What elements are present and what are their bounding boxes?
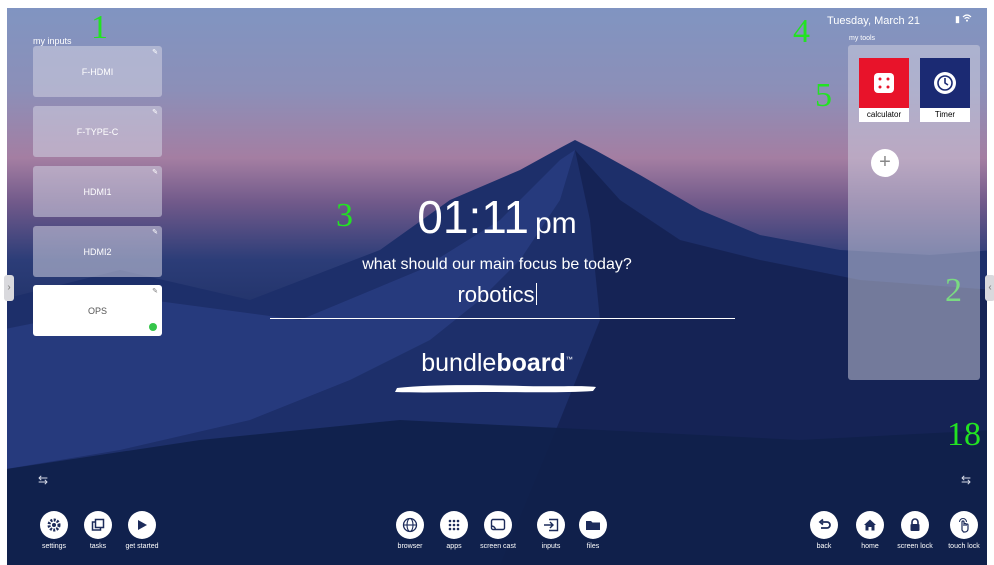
files-label: files bbox=[586, 543, 600, 550]
get-started-label: get started bbox=[125, 543, 159, 550]
brand-logo: bundleboard™ bbox=[0, 349, 994, 378]
tool-calculator[interactable]: calculator bbox=[859, 58, 909, 122]
clock-time: 01:11 bbox=[417, 191, 529, 243]
clock: 01:11 pm bbox=[0, 190, 994, 244]
wifi-icon bbox=[963, 14, 972, 22]
input-tile-f-hdmi[interactable]: ✎ F-HDMI bbox=[33, 46, 162, 97]
clock-ampm: pm bbox=[535, 207, 577, 240]
screen-cast-icon bbox=[490, 518, 506, 531]
annotation-5: 5 bbox=[815, 77, 832, 114]
calculator-icon bbox=[859, 58, 909, 108]
play-icon bbox=[138, 520, 147, 530]
screen-cast-button[interactable] bbox=[484, 511, 512, 539]
timer-icon bbox=[920, 58, 970, 108]
files-button[interactable] bbox=[579, 511, 607, 539]
plus-icon[interactable]: + bbox=[871, 149, 899, 177]
apps-button[interactable] bbox=[440, 511, 468, 539]
annotation-4: 4 bbox=[793, 13, 810, 50]
back-icon bbox=[818, 518, 831, 529]
date-label: Tuesday, March 21 bbox=[827, 15, 920, 27]
touch-lock-label: touch lock bbox=[948, 543, 980, 550]
home-button[interactable] bbox=[856, 511, 884, 539]
folder-icon bbox=[586, 521, 600, 530]
tool-label: calculator bbox=[866, 110, 902, 119]
active-status-dot bbox=[149, 323, 157, 331]
edit-pencil-icon[interactable]: ✎ bbox=[152, 108, 158, 116]
lock-icon bbox=[910, 518, 920, 531]
top-frame bbox=[0, 0, 994, 8]
tasks-icon bbox=[91, 518, 105, 531]
brand-tm: ™ bbox=[565, 356, 573, 364]
text-cursor bbox=[535, 283, 537, 305]
brush-stroke bbox=[395, 385, 596, 393]
input-label: F-TYPE-C bbox=[76, 126, 119, 137]
focus-underline bbox=[270, 318, 735, 319]
tool-label: Timer bbox=[934, 110, 956, 119]
input-icon bbox=[544, 518, 559, 532]
brand-bold: board bbox=[496, 349, 566, 377]
focus-answer: robotics bbox=[457, 282, 535, 307]
browser-button[interactable] bbox=[396, 511, 424, 539]
focus-input[interactable]: robotics bbox=[0, 282, 994, 308]
annotation-1: 1 bbox=[91, 9, 108, 46]
touch-lock-icon bbox=[959, 518, 969, 533]
screen-cast-label: screen cast bbox=[480, 543, 516, 550]
tools-title: my tools bbox=[849, 35, 876, 42]
apps-grid-icon bbox=[448, 519, 460, 531]
system-status: ▮ bbox=[955, 14, 972, 25]
screen-lock-button[interactable] bbox=[901, 511, 929, 539]
tool-timer[interactable]: Timer bbox=[920, 58, 970, 122]
get-started-button[interactable] bbox=[128, 511, 156, 539]
swap-arrows-icon[interactable]: ⇆ bbox=[38, 473, 48, 487]
globe-icon bbox=[402, 517, 418, 533]
touch-lock-button[interactable] bbox=[950, 511, 978, 539]
input-label: HDMI2 bbox=[83, 246, 112, 257]
back-button[interactable] bbox=[810, 511, 838, 539]
inputs-title: my inputs bbox=[33, 36, 72, 46]
edit-pencil-icon[interactable]: ✎ bbox=[152, 168, 158, 176]
gear-icon bbox=[47, 518, 61, 532]
settings-button[interactable] bbox=[40, 511, 68, 539]
input-label: F-HDMI bbox=[81, 66, 114, 77]
home-icon bbox=[864, 519, 876, 531]
edit-pencil-icon[interactable]: ✎ bbox=[152, 48, 158, 56]
inputs-button[interactable] bbox=[537, 511, 565, 539]
input-tile-f-type-c[interactable]: ✎ F-TYPE-C bbox=[33, 106, 162, 157]
mouse-icon: ▮ bbox=[955, 14, 960, 24]
brand-light: bundle bbox=[421, 349, 497, 377]
focus-question: what should our main focus be today? bbox=[362, 256, 632, 273]
swap-arrows-icon[interactable]: ⇆ bbox=[961, 473, 971, 487]
annotation-18: 18 bbox=[947, 416, 981, 453]
tasks-button[interactable] bbox=[84, 511, 112, 539]
